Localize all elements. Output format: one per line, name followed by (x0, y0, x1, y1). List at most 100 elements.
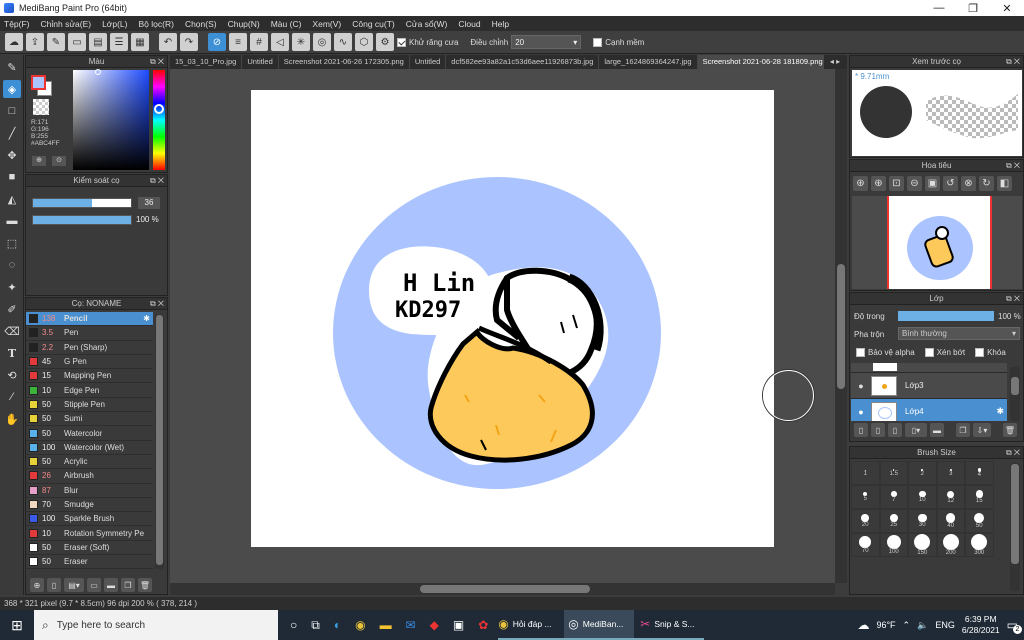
delete-brush-icon[interactable]: 🗑 (138, 578, 152, 592)
roblox-icon[interactable]: ◆ (430, 618, 439, 632)
close-button[interactable]: ✕ (990, 2, 1024, 15)
brush-menu-icon[interactable]: ▤▾ (64, 578, 84, 592)
brush-size-cell[interactable]: 1 (851, 461, 880, 485)
cortana-icon[interactable]: ○ (290, 618, 297, 632)
tab-document[interactable]: Screenshot 2021-06-26 172305.png (279, 55, 410, 69)
soft-edge-checkbox[interactable] (593, 37, 603, 47)
text-tool-icon[interactable]: T (3, 344, 21, 362)
grid-icon[interactable]: ▦ (131, 33, 149, 51)
adjust-select[interactable]: 20 ▾ (511, 35, 582, 49)
taskbar-app-snip[interactable]: ✂ Snip & S... (634, 610, 705, 640)
blend-mode-select[interactable]: Bình thường ▾ (898, 327, 1020, 340)
eye-icon[interactable]: ● (851, 381, 871, 391)
edge-icon[interactable]: ◐ (334, 618, 341, 632)
app-icon-red[interactable]: ✿ (478, 618, 488, 632)
tab-document[interactable]: 15_03_10_Pro.jpg (170, 55, 243, 69)
brush-size-cell[interactable]: 15 (965, 485, 994, 509)
circle-snap-icon[interactable]: ◎ (313, 33, 331, 51)
brush-size-cell[interactable]: 30 (908, 509, 937, 533)
brush-size-cell[interactable]: 2 (908, 461, 937, 485)
maximize-button[interactable]: ❐ (956, 2, 990, 15)
canvas-horizontal-scrollbar[interactable] (170, 583, 835, 595)
saturation-value-square[interactable] (73, 70, 149, 170)
fill-rect-tool-icon[interactable]: ■ (3, 168, 21, 186)
rotate-left-icon[interactable]: ↺ (943, 176, 958, 191)
brush-size-scrollbar[interactable] (1010, 463, 1020, 591)
duplicate-layer-icon[interactable]: ❐ (956, 423, 970, 437)
undo-icon[interactable]: ↶ (159, 33, 177, 51)
brush-size-cell[interactable]: 25 (879, 509, 908, 533)
redo-icon[interactable]: ↷ (180, 33, 198, 51)
brush-item[interactable]: 50 Eraser (26, 555, 153, 570)
chrome-icon[interactable]: ◉ (355, 618, 365, 632)
new-brush-icon[interactable]: ▯ (47, 578, 61, 592)
brush-item[interactable]: 100 Sparkle Brush (26, 512, 153, 527)
menu-color[interactable]: Màu (C) (271, 19, 302, 29)
magic-wand-tool-icon[interactable]: ✦ (3, 278, 21, 296)
menu-select[interactable]: Chọn(S) (185, 19, 217, 29)
protect-alpha-checkbox[interactable] (856, 348, 865, 357)
move-tool-icon[interactable]: ✥ (3, 146, 21, 164)
select-eraser-tool-icon[interactable]: ⌫ (3, 322, 21, 340)
snap-off-icon[interactable]: ⊘ (208, 33, 226, 51)
divide-tool-icon[interactable]: ⟲ (3, 366, 21, 384)
brush-item[interactable]: 10 Rotation Symmetry Pe (26, 526, 153, 541)
menu-snap[interactable]: Chụp(N) (228, 19, 260, 29)
tabs-scroll-arrows[interactable]: ◂ ▸ (824, 55, 846, 69)
brush-item[interactable]: 50 Acrylic (26, 455, 153, 470)
layer-row[interactable] (851, 363, 1007, 373)
brush-size-cell[interactable]: 300 (965, 533, 994, 557)
chevron-up-icon[interactable]: ⌃ (903, 620, 911, 631)
delete-layer-icon[interactable]: 🗑 (1003, 423, 1017, 437)
menu-tools[interactable]: Công cụ(T) (352, 19, 395, 29)
brush-size-cell[interactable]: 1.5 (879, 461, 908, 485)
add-brush-icon[interactable]: ⊕ (30, 578, 44, 592)
panel-close-icon[interactable]: ⧉ ✕ (1006, 447, 1020, 459)
brush-item[interactable]: 10 Edge Pen (26, 383, 153, 398)
actual-size-icon[interactable]: ▣ (925, 176, 940, 191)
brush-size-cell[interactable]: 12 (936, 485, 965, 509)
layer-folder-icon[interactable]: ▬ (930, 423, 944, 437)
brush-size-value[interactable]: 36 (138, 197, 160, 209)
clipping-checkbox[interactable] (924, 348, 934, 357)
polygon-snap-icon[interactable]: ⬡ (355, 33, 373, 51)
brush-opacity-slider[interactable] (32, 215, 132, 225)
brush-item[interactable]: 26 Airbrush (26, 469, 153, 484)
upload-icon[interactable]: ⇪ (26, 33, 44, 51)
brush-size-cell[interactable]: 3 (936, 461, 965, 485)
panel-close-icon[interactable]: ⧉ ✕ (1006, 56, 1020, 68)
list-icon[interactable]: ☰ (110, 33, 128, 51)
transparent-swatch[interactable] (33, 99, 49, 115)
brush-item[interactable]: 100 Watercolor (Wet) (26, 441, 153, 455)
radial-icon[interactable]: ✳ (292, 33, 310, 51)
brush-size-cell[interactable]: 40 (936, 509, 965, 533)
gear-icon[interactable]: ✱ (143, 314, 150, 323)
brush-size-cell[interactable]: 50 (965, 509, 994, 533)
brush-item[interactable]: 3.5 Pen (26, 326, 153, 341)
flip-icon[interactable]: ◧ (997, 176, 1012, 191)
tab-document[interactable]: Untitled (410, 55, 447, 69)
lasso-tool-icon[interactable]: ◌ (3, 256, 21, 274)
eye-icon[interactable]: ● (851, 407, 871, 417)
chat-icon[interactable]: ▭ (68, 33, 86, 51)
menu-help[interactable]: Help (492, 19, 509, 29)
panel-close-icon[interactable]: ⧉ ✕ (150, 298, 164, 310)
brush-item[interactable]: 70 Smudge (26, 498, 153, 513)
merge-layer-icon[interactable]: ⇩▾ (973, 423, 991, 437)
fit-icon[interactable]: ⊡ (889, 176, 904, 191)
brush-size-cell[interactable]: 10 (908, 485, 937, 509)
menu-window[interactable]: Cửa sổ(W) (406, 19, 448, 29)
brush-size-cell[interactable]: 150 (908, 533, 937, 557)
volume-icon[interactable]: 🔈 (917, 620, 928, 631)
task-view-icon[interactable]: ⧉ (311, 618, 320, 633)
menu-layer[interactable]: Lớp(L) (102, 19, 127, 29)
tab-document[interactable]: large_1624869364247.jpg (599, 55, 698, 69)
eraser-tool-icon[interactable]: ◈ (3, 80, 21, 98)
brush-size-cell[interactable]: 5 (851, 485, 880, 509)
hue-cursor[interactable] (154, 104, 164, 114)
layer-opacity-slider[interactable] (898, 311, 994, 321)
new-layer-icon[interactable]: ▯ (854, 423, 868, 437)
tab-document[interactable]: dcf582ee93a82a1c53d6aee11926873b.jpg (446, 55, 600, 69)
select-pen-tool-icon[interactable]: ✐ (3, 300, 21, 318)
clock[interactable]: 6:39 PM 6/28/2021 (962, 614, 1000, 636)
